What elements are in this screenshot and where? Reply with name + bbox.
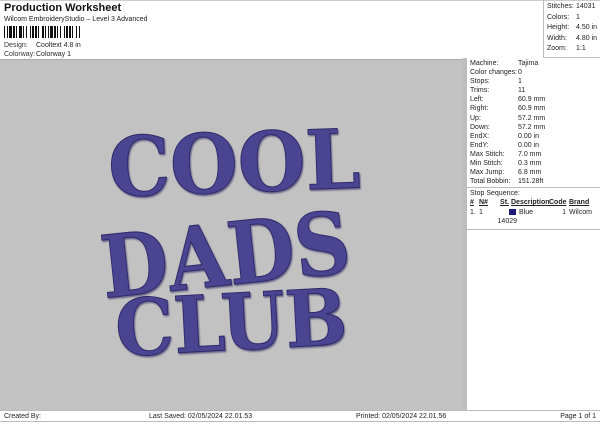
- info-row: Max Stitch: 7.0 mm: [470, 150, 600, 159]
- row-brand: Wilcom: [569, 208, 592, 216]
- info-row: EndX: 0.00 in: [470, 132, 600, 141]
- info-row: Stops: 1: [470, 77, 600, 86]
- info-label: Color changes:: [470, 69, 518, 77]
- row-code: 1: [562, 208, 566, 216]
- stat-zoom: Zoom: 1:1: [547, 44, 600, 55]
- stat-height: Height: 4.50 in: [547, 23, 600, 34]
- info-label: Max Stitch:: [470, 150, 505, 158]
- col-stitches: St.: [500, 199, 509, 207]
- colorway-value: Colorway 1: [36, 51, 72, 58]
- info-value: Tajima: [518, 60, 539, 67]
- stat-value: 1:1: [576, 45, 586, 52]
- machine-info-panel: Machine: Tajima Color changes:0 Stops: 1 Trim…: [463, 58, 600, 410]
- info-label: Min Stitch:: [470, 160, 503, 168]
- info-row: Down: 57.2 mm: [470, 123, 600, 132]
- footer: Created By: Last Saved: 02/05/2024 22.01…: [0, 410, 600, 422]
- software-name: Wilcom EmbroideryStudio – Level 3 Advanc…: [4, 16, 148, 23]
- col-needle: N#: [479, 199, 488, 207]
- info-label: Right:: [470, 105, 489, 113]
- design-preview: COOL DADS CLUB: [0, 60, 463, 410]
- stat-label: Zoom:: [547, 45, 567, 52]
- row-description: Blue: [519, 208, 534, 216]
- page-number: Page 1 of 1: [560, 413, 596, 420]
- info-row: Up: 57.2 mm: [470, 114, 600, 123]
- stat-value: 14031: [576, 3, 596, 10]
- info-row: Right: 60.9 mm: [470, 104, 600, 113]
- info-row: Machine: Tajima: [470, 59, 600, 68]
- info-label: Trims:: [470, 87, 490, 95]
- stat-label: Height:: [547, 24, 570, 31]
- info-value: 1: [518, 78, 522, 86]
- col-code: Code: [549, 199, 567, 207]
- stop-sequence-title: Stop Sequence:: [467, 187, 600, 198]
- info-value: 60.9 mm: [518, 105, 546, 113]
- color-swatch: [509, 208, 516, 215]
- info-label: EndY:: [470, 141, 489, 149]
- created-by: Created By:: [4, 413, 41, 420]
- barcode-bar: [80, 26, 81, 38]
- artwork-line-club: CLUB: [113, 272, 349, 375]
- info-label: Total Bobbin:: [470, 178, 511, 186]
- info-row: EndY: 0.00 in: [470, 141, 600, 150]
- embroidery-artwork: COOL DADS CLUB: [95, 111, 362, 375]
- colorway-row: Colorway:Colorway 1: [4, 51, 71, 58]
- stat-colors: Colors: 1: [547, 13, 600, 24]
- design-row: Design: Cooltext 4.8 in: [4, 42, 81, 49]
- col-num: #: [470, 199, 474, 207]
- info-value: 0.3 mm: [518, 160, 542, 168]
- stats-box: Stitches: 14031 Colors: 1 Height: 4.50 in W…: [543, 0, 600, 58]
- stat-label: Colors:: [547, 13, 570, 21]
- info-value: 0.00 in: [518, 132, 540, 140]
- info-label: Machine:: [470, 60, 499, 67]
- colorway-label: Colorway:: [4, 51, 36, 58]
- info-label: Stops:: [470, 78, 490, 86]
- info-row: Total Bobbin: 151.28ft: [470, 177, 600, 186]
- info-row: Trims: 11: [470, 86, 600, 95]
- table-row: 1. 1 14029 Blue 1 Wilcom: [470, 208, 600, 226]
- divider: [467, 228, 600, 230]
- info-value: 0: [518, 69, 522, 77]
- info-label: Down:: [470, 123, 490, 131]
- row-stitch-count: 14029: [497, 217, 517, 225]
- stat-value: 1: [576, 13, 580, 21]
- stat-value: 4.50 in: [576, 24, 598, 31]
- info-row: Left: 60.9 mm: [470, 95, 600, 104]
- barcode: [4, 26, 126, 38]
- design-label: Design:: [4, 42, 28, 49]
- info-label: Left:: [470, 96, 484, 104]
- design-value: Cooltext 4.8 in: [36, 42, 81, 49]
- info-row: Color changes:0: [470, 68, 600, 77]
- info-value: 6.8 mm: [518, 169, 542, 177]
- info-value: 151.28ft: [518, 178, 544, 186]
- row-needle: 1: [479, 208, 483, 216]
- last-saved: Last Saved: 02/05/2024 22.01.53: [149, 413, 253, 420]
- page-title: Production Worksheet: [4, 2, 122, 14]
- info-value: 7.0 mm: [518, 150, 542, 158]
- top-border: [0, 0, 600, 1]
- stat-width: Width: 4.80 in: [547, 34, 600, 45]
- info-list: Machine: Tajima Color changes:0 Stops: 1 Trim…: [470, 59, 600, 186]
- printed-date: Printed: 02/05/2024 22.01.56: [356, 413, 447, 420]
- info-value: 11: [518, 87, 526, 95]
- stat-stitches: Stitches: 14031: [547, 2, 600, 13]
- info-value: 57.2 mm: [518, 114, 546, 122]
- info-label: Max Jump:: [470, 169, 505, 177]
- info-label: EndX:: [470, 132, 490, 140]
- col-brand: Brand: [569, 199, 590, 207]
- info-row: Max Jump: 6.8 mm: [470, 168, 600, 177]
- stat-label: Width:: [547, 34, 567, 42]
- info-row: Min Stitch: 0.3 mm: [470, 159, 600, 168]
- info-value: 0.00 in: [518, 141, 540, 149]
- stop-sequence-header: # N# St. Description Code Brand: [470, 198, 600, 207]
- row-num: 1.: [470, 208, 476, 216]
- info-value: 60.9 mm: [518, 96, 546, 104]
- info-label: Up:: [470, 114, 481, 122]
- row-stitches: 14029: [491, 208, 517, 226]
- col-description: Description: [511, 199, 550, 207]
- stat-label: Stitches:: [547, 3, 574, 10]
- stat-value: 4.80 in: [576, 34, 598, 42]
- info-value: 57.2 mm: [518, 123, 546, 131]
